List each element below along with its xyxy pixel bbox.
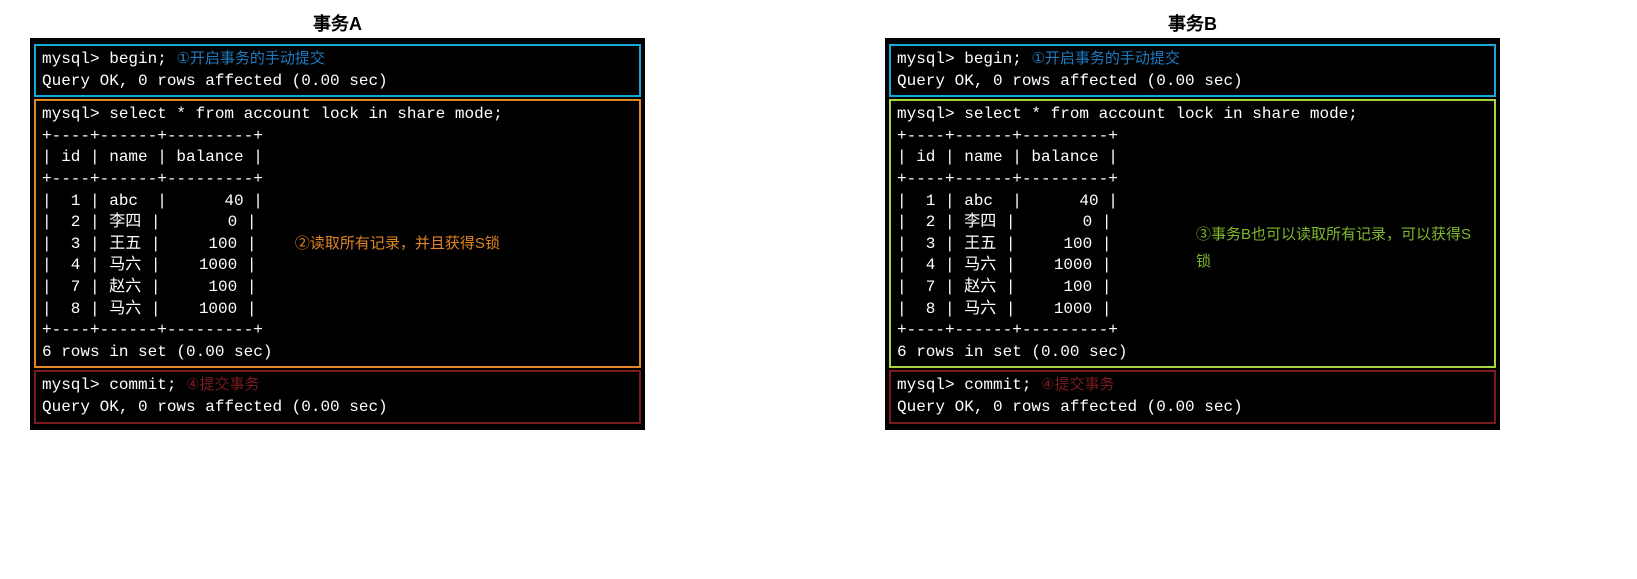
sep-a1: +----+------+---------+ xyxy=(42,127,263,145)
select-note-a: ②读取所有记录，并且获得S锁 xyxy=(295,235,500,252)
sep-b2: +----+------+---------+ xyxy=(897,170,1118,188)
row-b2: | 3 | 王五 | 100 | xyxy=(897,235,1111,253)
begin-block-a: mysql> begin; ①开启事务的手动提交 Query OK, 0 row… xyxy=(34,44,641,97)
begin-result-a: Query OK, 0 rows affected (0.00 sec) xyxy=(42,72,388,90)
row-b0: | 1 | abc | 40 | xyxy=(897,192,1118,210)
row-a1: | 2 | 李四 | 0 | xyxy=(42,213,256,231)
begin-cmd-b: mysql> begin; xyxy=(897,50,1022,68)
sep-b3: +----+------+---------+ xyxy=(897,321,1118,339)
commit-result-a: Query OK, 0 rows affected (0.00 sec) xyxy=(42,398,388,416)
row-a0: | 1 | abc | 40 | xyxy=(42,192,263,210)
row-a4: | 7 | 赵六 | 100 | xyxy=(42,278,256,296)
sep-a2: +----+------+---------+ xyxy=(42,170,263,188)
begin-result-b: Query OK, 0 rows affected (0.00 sec) xyxy=(897,72,1243,90)
select-block-b: mysql> select * from account lock in sha… xyxy=(889,99,1496,368)
commit-block-a: mysql> commit; ④提交事务 Query OK, 0 rows af… xyxy=(34,370,641,423)
head-b: | id | name | balance | xyxy=(897,148,1118,166)
row-b5: | 8 | 马六 | 1000 | xyxy=(897,300,1111,318)
select-block-a: mysql> select * from account lock in sha… xyxy=(34,99,641,368)
transaction-a-panel: 事务A mysql> begin; ①开启事务的手动提交 Query OK, 0… xyxy=(30,10,645,430)
commit-block-b: mysql> commit; ④提交事务 Query OK, 0 rows af… xyxy=(889,370,1496,423)
begin-note-a: ①开启事务的手动提交 xyxy=(176,50,324,67)
select-cmd-b: mysql> select * from account lock in sha… xyxy=(897,105,1358,123)
commit-cmd-b: mysql> commit; xyxy=(897,376,1031,394)
terminal-b: mysql> begin; ①开启事务的手动提交 Query OK, 0 row… xyxy=(885,38,1500,430)
head-a: | id | name | balance | xyxy=(42,148,263,166)
begin-cmd-a: mysql> begin; xyxy=(42,50,167,68)
select-cmd-a: mysql> select * from account lock in sha… xyxy=(42,105,503,123)
footer-b: 6 rows in set (0.00 sec) xyxy=(897,343,1127,361)
row-b1: | 2 | 李四 | 0 | xyxy=(897,213,1111,231)
commit-note-a: ④提交事务 xyxy=(186,376,259,393)
row-a5: | 8 | 马六 | 1000 | xyxy=(42,300,256,318)
terminal-a: mysql> begin; ①开启事务的手动提交 Query OK, 0 row… xyxy=(30,38,645,430)
sep-a3: +----+------+---------+ xyxy=(42,321,263,339)
panel-a-title: 事务A xyxy=(30,10,645,36)
commit-note-b: ④提交事务 xyxy=(1041,376,1114,393)
panel-b-title: 事务B xyxy=(885,10,1500,36)
transaction-b-panel: 事务B mysql> begin; ①开启事务的手动提交 Query OK, 0… xyxy=(885,10,1500,430)
commit-result-b: Query OK, 0 rows affected (0.00 sec) xyxy=(897,398,1243,416)
commit-cmd-a: mysql> commit; xyxy=(42,376,176,394)
footer-a: 6 rows in set (0.00 sec) xyxy=(42,343,272,361)
sep-b1: +----+------+---------+ xyxy=(897,127,1118,145)
row-b3: | 4 | 马六 | 1000 | xyxy=(897,256,1111,274)
select-note-b: ③事务B也可以读取所有记录，可以获得S锁 xyxy=(1196,221,1476,275)
row-b4: | 7 | 赵六 | 100 | xyxy=(897,278,1111,296)
begin-note-b: ①开启事务的手动提交 xyxy=(1031,50,1179,67)
row-a3: | 4 | 马六 | 1000 | xyxy=(42,256,256,274)
begin-block-b: mysql> begin; ①开启事务的手动提交 Query OK, 0 row… xyxy=(889,44,1496,97)
row-a2: | 3 | 王五 | 100 | xyxy=(42,235,256,253)
